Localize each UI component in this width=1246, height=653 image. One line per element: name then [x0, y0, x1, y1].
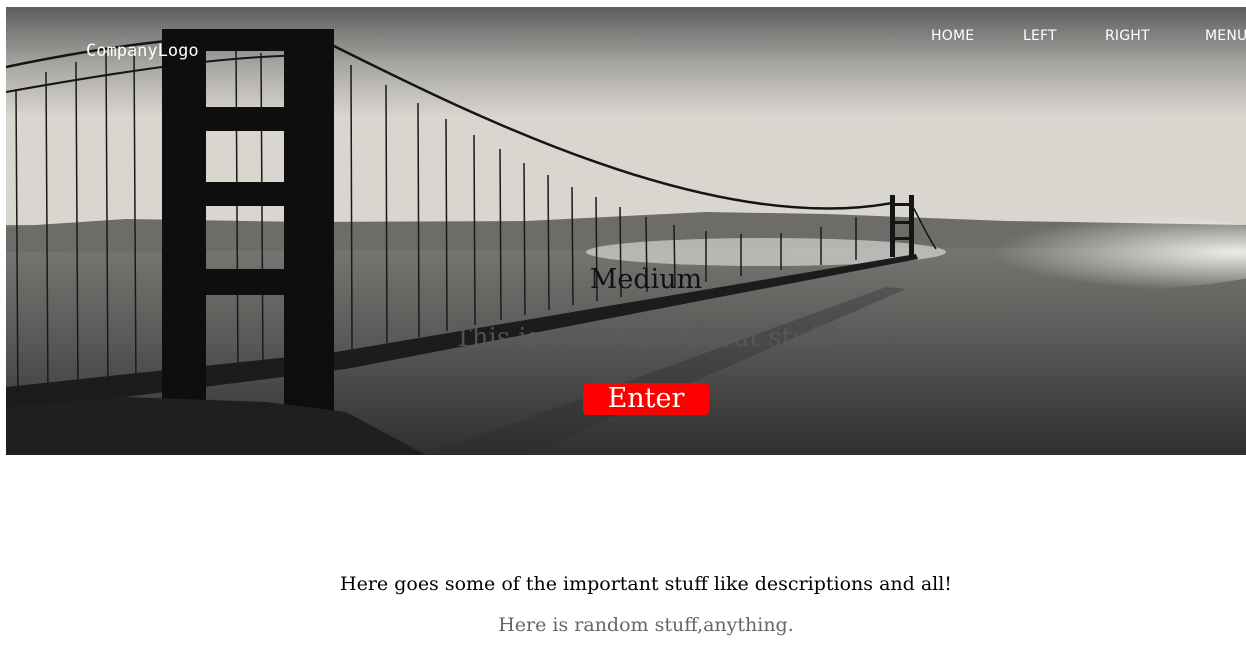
nav-left-link[interactable]: LEFT: [1023, 28, 1057, 44]
nav-menu-link[interactable]: MENU: [1205, 28, 1246, 44]
hero-section: CompanyLogo HOME LEFT RIGHT MENU Medium …: [6, 7, 1246, 455]
top-nav: HOME LEFT RIGHT MENU: [6, 28, 1246, 48]
hero-title: Medium: [589, 264, 703, 295]
nav-right-link[interactable]: RIGHT: [1105, 28, 1150, 44]
hero-subtitle: This is some text about stuff!: [454, 323, 838, 353]
content-heading: Here goes some of the important stuff li…: [340, 573, 952, 595]
nav-home-link[interactable]: HOME: [931, 28, 974, 44]
content-subtext: Here is random stuff,anything.: [498, 614, 794, 636]
enter-button[interactable]: Enter: [583, 383, 709, 415]
